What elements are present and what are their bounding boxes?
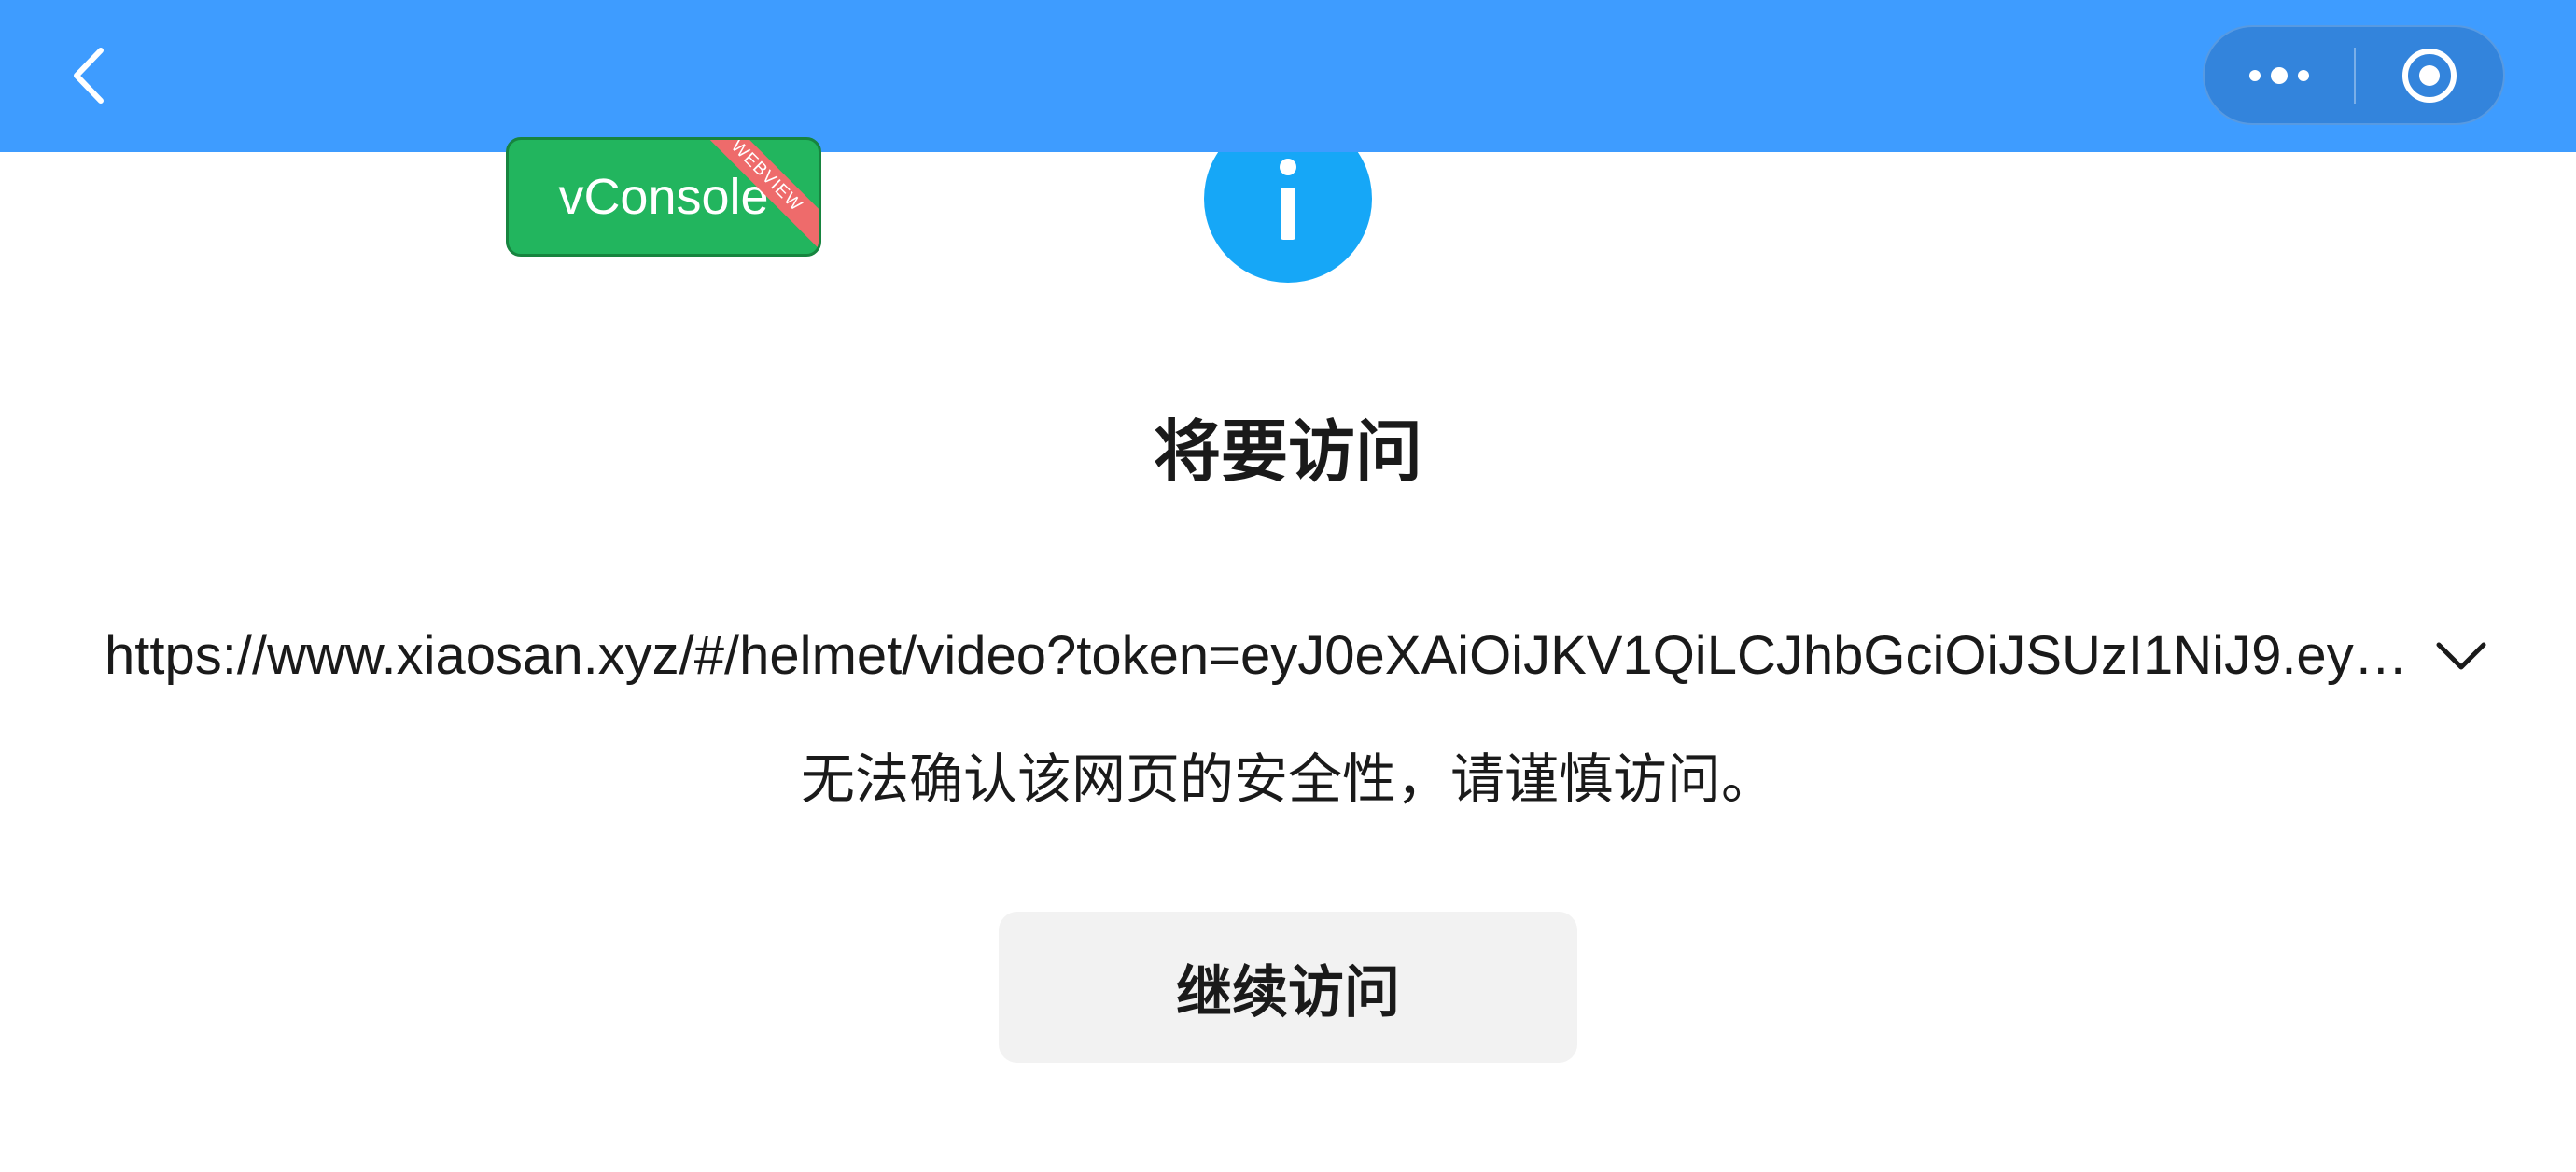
chevron-left-icon [74,48,104,104]
page: vConsole WEBVIEW 将要访问 https://www.xiaosa… [0,0,2576,1172]
navigation-bar [0,0,2576,152]
continue-button[interactable]: 继续访问 [999,912,1577,1063]
page-title: 将要访问 [1153,412,1422,491]
close-miniprogram-button[interactable] [2356,27,2503,123]
vconsole-button[interactable]: vConsole WEBVIEW [506,137,821,257]
expand-url-button[interactable] [2429,622,2494,688]
more-dots-icon [2249,66,2309,84]
target-circle-icon [2402,48,2457,103]
chevron-down-icon [2436,642,2486,670]
target-url: https://www.xiaosan.xyz/#/helmet/video?t… [105,624,2422,686]
url-row: https://www.xiaosan.xyz/#/helmet/video?t… [105,618,2494,692]
capsule-menu [2203,25,2505,125]
security-warning: 无法确认该网页的安全性，请谨慎访问。 [800,747,1775,811]
back-button[interactable] [56,39,119,112]
more-button[interactable] [2205,27,2354,123]
